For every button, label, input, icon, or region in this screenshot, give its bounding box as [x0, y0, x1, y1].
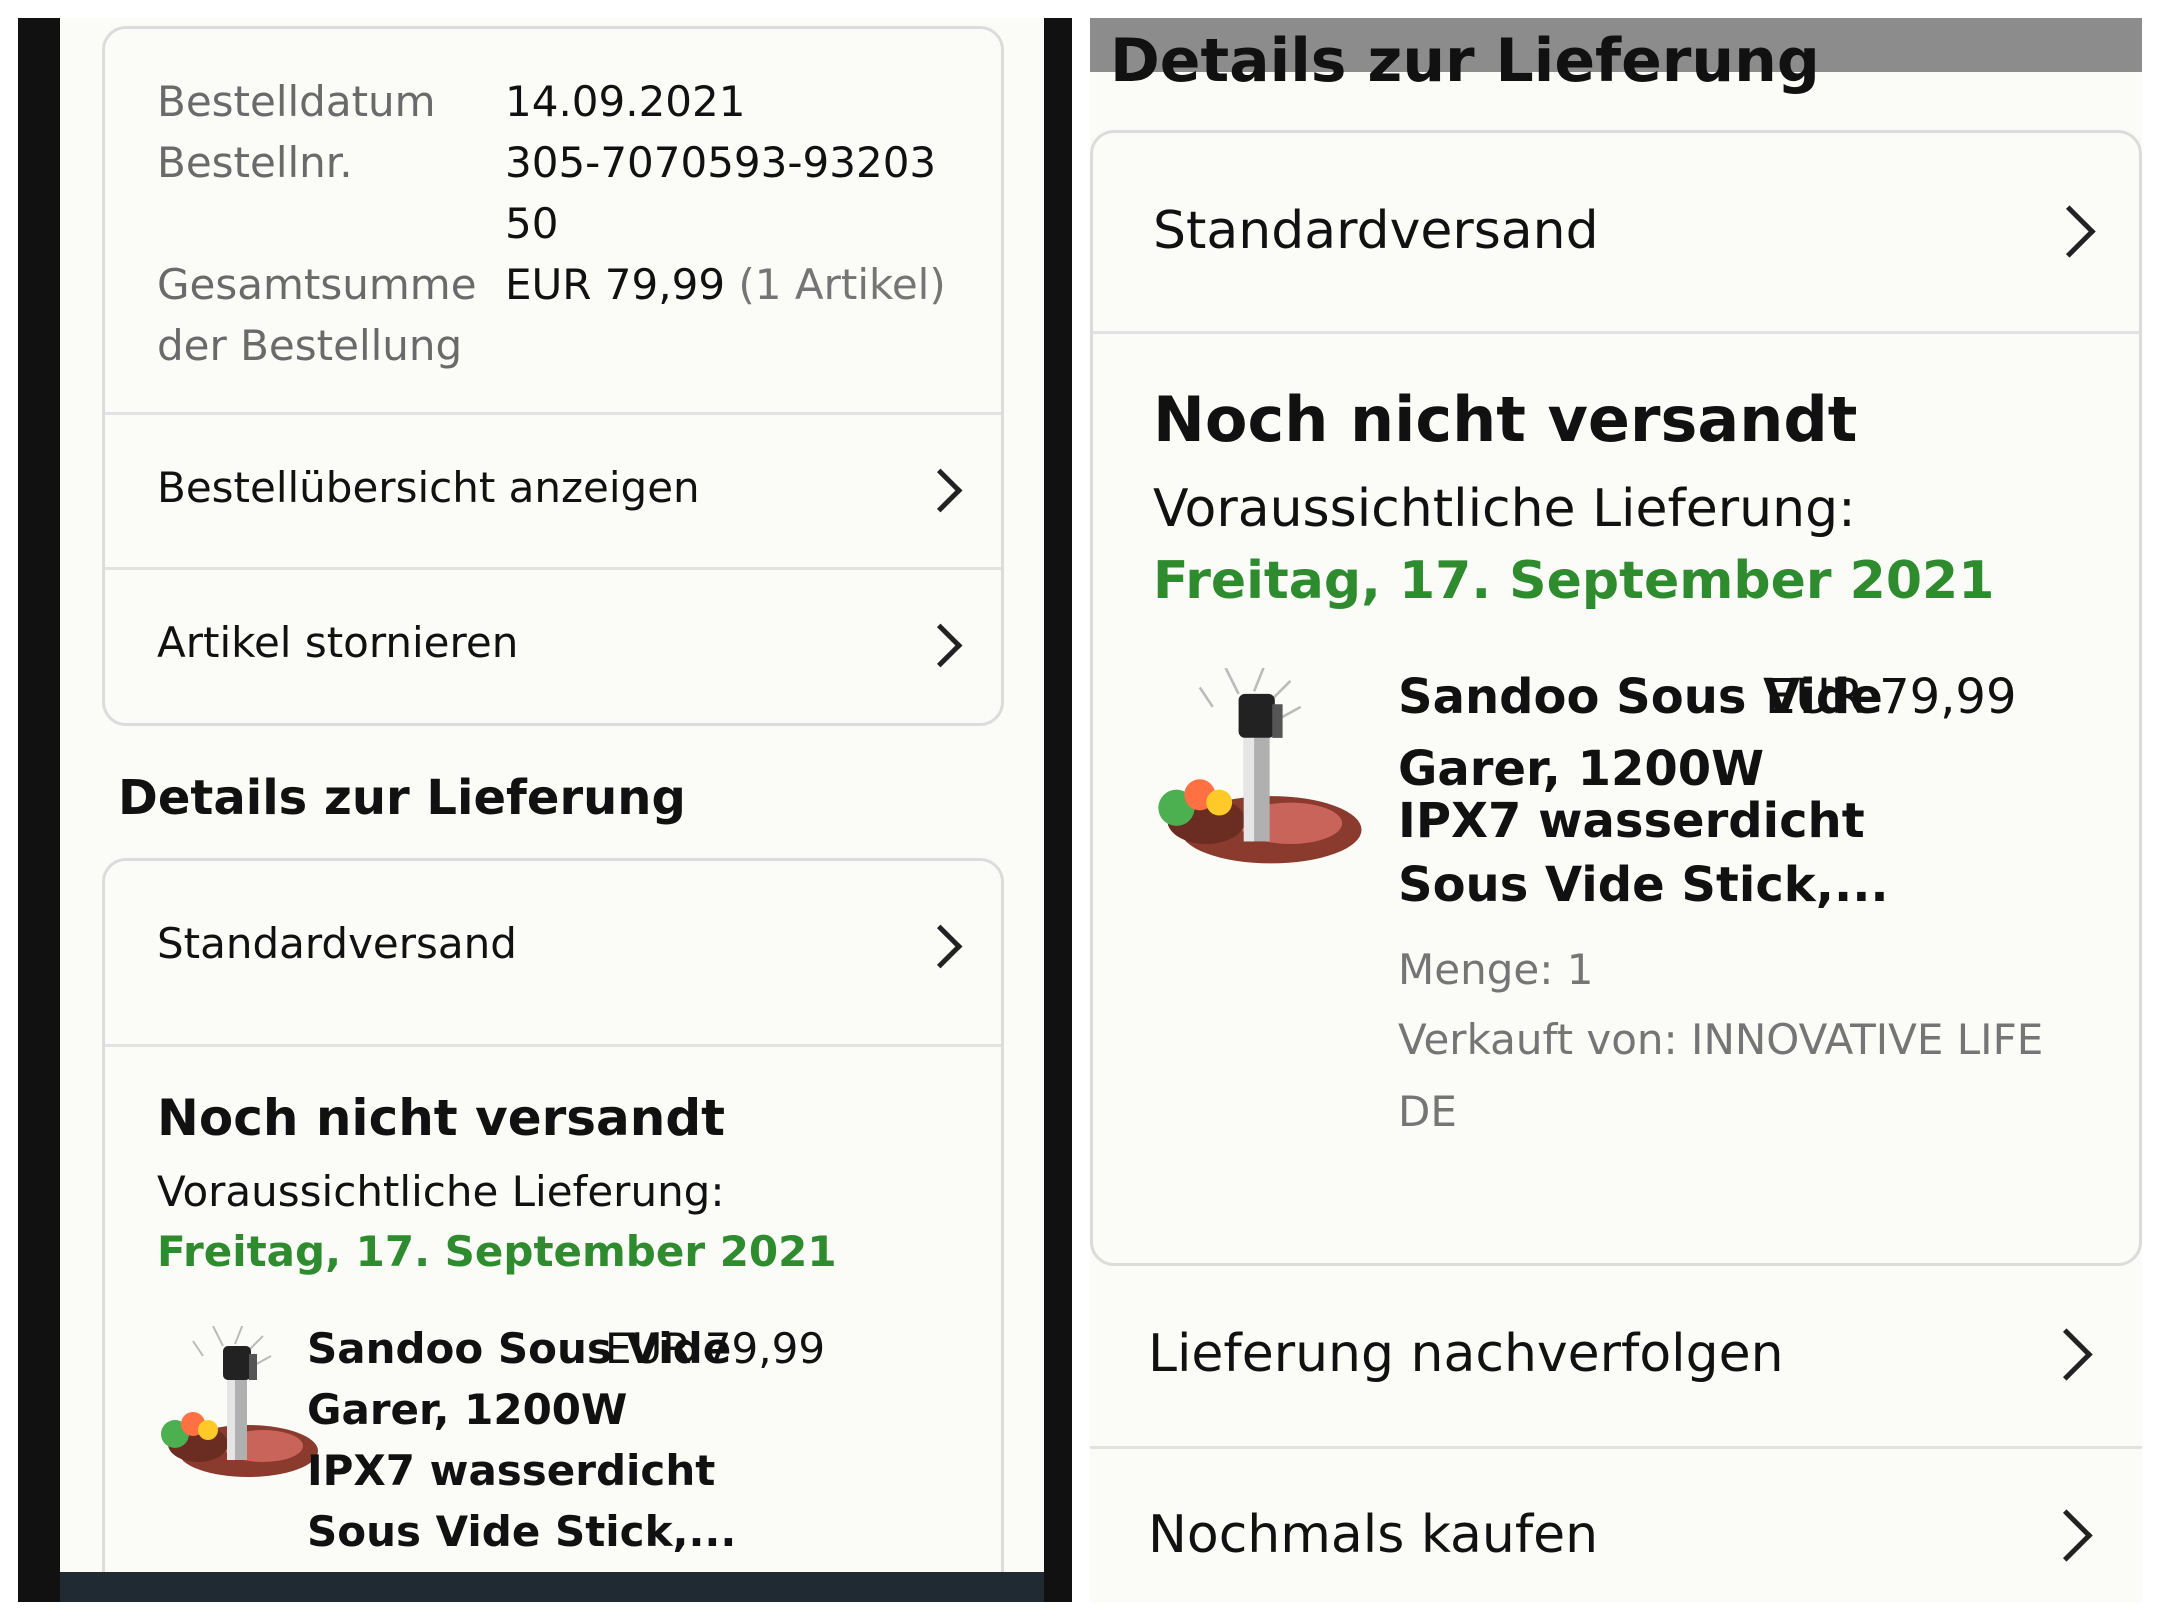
product-seller-cont[interactable]: DE — [1398, 1087, 1457, 1136]
product-title-line3[interactable]: IPX7 wasserdicht — [307, 1446, 715, 1495]
chevron-right-icon — [2043, 205, 2096, 258]
view-order-summary-row[interactable]: Bestellübersicht anzeigen — [105, 415, 1001, 567]
chevron-right-icon — [2040, 1509, 2093, 1562]
product-illustration — [161, 1323, 318, 1477]
product-price: EUR 79,99 — [605, 1324, 826, 1373]
product-title-line3[interactable]: IPX7 wasserdicht — [1398, 793, 1865, 849]
view-order-summary-label: Bestellübersicht anzeigen — [157, 463, 700, 512]
standard-shipping-row[interactable]: Standardversand — [1093, 133, 2139, 328]
product-illustration — [1158, 664, 1362, 864]
expected-delivery-label: Voraussichtliche Lieferung: — [157, 1167, 725, 1216]
buy-again-label: Nochmals kaufen — [1148, 1505, 1599, 1565]
sous-vide-product-image[interactable] — [153, 1323, 323, 1496]
product-title-line2[interactable]: Garer, 1200W — [1398, 741, 1764, 797]
divider — [105, 1044, 1001, 1047]
right-screen: Details zur Lieferung Standardversand No… — [1090, 18, 2142, 1602]
order-total-value: EUR 79,99 (1 Artikel) — [505, 254, 946, 315]
product-title-line4[interactable]: Sous Vide Stick,... — [307, 1507, 736, 1556]
order-summary-card: Bestelldatum 14.09.2021 Bestellnr. 305-7… — [102, 26, 1004, 726]
delivery-card: Standardversand Noch nicht versandt Vora… — [1090, 130, 2142, 1266]
shipment-status: Noch nicht versandt — [157, 1089, 726, 1147]
cancel-items-label: Artikel stornieren — [157, 618, 519, 667]
delivery-card: Standardversand Noch nicht versandt Vora… — [102, 858, 1004, 1602]
standard-shipping-row[interactable]: Standardversand — [105, 861, 1001, 1031]
chevron-right-icon — [918, 468, 963, 513]
order-total-label: Gesamtsumme — [157, 260, 477, 309]
divider-black-bar — [1044, 18, 1072, 1602]
order-date-label: Bestelldatum — [157, 77, 436, 126]
buy-again-row[interactable]: Nochmals kaufen — [1090, 1449, 2142, 1602]
standard-shipping-label: Standardversand — [1153, 201, 1599, 261]
delivery-section-title: Details zur Lieferung — [1110, 26, 1820, 96]
order-date-value: 14.09.2021 — [505, 77, 746, 126]
expected-delivery-date: Freitag, 17. September 2021 — [157, 1227, 837, 1276]
order-total-amount: EUR 79,99 — [505, 260, 726, 309]
product-price: EUR 79,99 — [1765, 669, 2017, 725]
product-quantity: Menge: 1 — [1398, 945, 1594, 994]
chevron-right-icon — [2040, 1328, 2093, 1381]
delivery-section-title: Details zur Lieferung — [118, 770, 686, 826]
bottom-nav-bar — [60, 1572, 1044, 1602]
divider — [1093, 331, 2139, 334]
track-delivery-label: Lieferung nachverfolgen — [1148, 1324, 1784, 1384]
product-seller[interactable]: Verkauft von: INNOVATIVE LIFE — [1398, 1015, 2043, 1064]
shipment-status: Noch nicht versandt — [1153, 383, 1858, 456]
track-delivery-row[interactable]: Lieferung nachverfolgen — [1090, 1268, 2142, 1446]
order-total-items: (1 Artikel) — [738, 260, 946, 309]
order-number-label: Bestellnr. — [157, 138, 353, 187]
sous-vide-product-image[interactable] — [1148, 664, 1368, 888]
standard-shipping-label: Standardversand — [157, 919, 517, 968]
order-number-value: 305-7070593-93203 — [505, 138, 937, 187]
chevron-right-icon — [918, 924, 963, 969]
chevron-right-icon — [918, 623, 963, 668]
product-title-line4[interactable]: Sous Vide Stick,... — [1398, 857, 1889, 913]
cancel-items-row[interactable]: Artikel stornieren — [105, 570, 1001, 723]
product-title-line2[interactable]: Garer, 1200W — [307, 1385, 627, 1434]
left-screen: Bestelldatum 14.09.2021 Bestellnr. 305-7… — [60, 18, 1044, 1602]
expected-delivery-label: Voraussichtliche Lieferung: — [1153, 479, 1856, 539]
order-number-value-cont: 50 — [505, 199, 559, 248]
left-black-bar — [18, 18, 60, 1602]
order-total-label-cont: der Bestellung — [157, 321, 463, 370]
expected-delivery-date: Freitag, 17. September 2021 — [1153, 551, 1995, 611]
